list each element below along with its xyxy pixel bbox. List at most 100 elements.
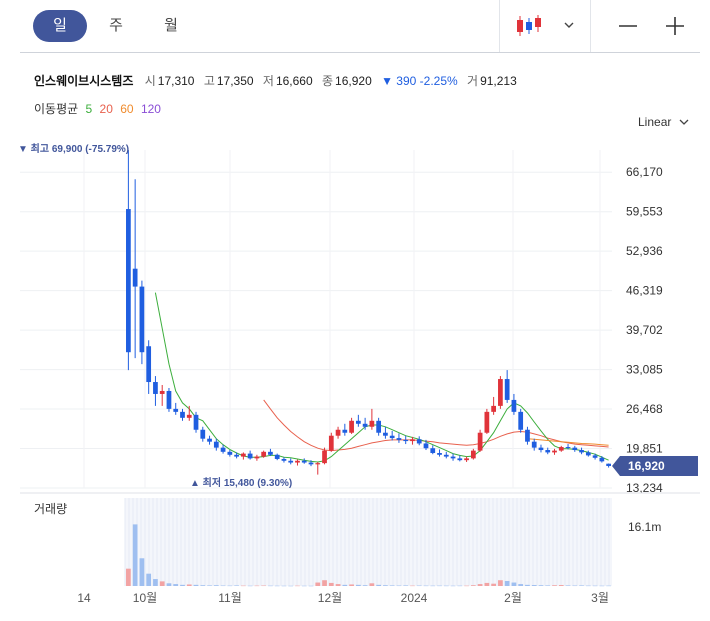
candle-body: [166, 390, 172, 409]
candle-body: [403, 439, 409, 442]
ma-label: 이동평균: [34, 102, 79, 116]
candle-body: [355, 420, 361, 424]
toolbar-divider: [590, 0, 591, 52]
x-tick-label: 2024: [401, 591, 428, 605]
volume-bar: [552, 585, 557, 586]
candle-body: [538, 447, 544, 451]
volume-bar: [180, 584, 185, 586]
chart-type-selector[interactable]: [510, 12, 580, 40]
candle-body: [504, 379, 510, 400]
high-value: 17,350: [216, 74, 254, 88]
candle-body: [180, 411, 185, 418]
volume-bar: [416, 585, 422, 587]
candle-body: [247, 453, 253, 459]
volume-bar: [159, 581, 165, 586]
candle-body: [227, 451, 233, 455]
y-tick-label: 19,851: [626, 442, 663, 456]
volume-bar: [315, 582, 321, 586]
tab-monthly[interactable]: 월: [155, 10, 187, 42]
candle-body: [525, 429, 530, 442]
volume-bar: [227, 585, 233, 587]
volume-bar: [220, 585, 226, 587]
candle-body: [369, 420, 375, 427]
volume-bar: [349, 584, 354, 586]
candle-body: [126, 209, 131, 353]
scale-mode-label: Linear: [638, 115, 672, 129]
candle-body: [531, 441, 537, 448]
minus-icon: [619, 25, 637, 27]
candle-body: [173, 408, 179, 412]
volume-bar: [132, 524, 138, 586]
y-tick-label: 33,085: [626, 363, 663, 377]
candle-body: [322, 450, 327, 464]
candle-body: [396, 438, 402, 440]
candle-body: [470, 450, 476, 459]
moving-average-legend[interactable]: 이동평균 5 20 60 120: [34, 100, 165, 117]
volume-bar: [423, 585, 429, 587]
volume-bar: [403, 585, 409, 586]
volume-bar: [498, 580, 503, 586]
volume-bar: [389, 585, 395, 586]
chevron-down-icon: [679, 119, 689, 125]
candle-body: [288, 460, 294, 463]
volume-bar: [477, 584, 483, 586]
volume-bar: [511, 582, 517, 586]
volume-bar: [241, 585, 246, 587]
candle-body: [274, 454, 280, 459]
volume-bar: [274, 585, 280, 587]
volume-bar: [234, 585, 239, 586]
volume-bar: [430, 585, 436, 587]
volume-bar: [491, 583, 496, 586]
ma-60: 60: [120, 102, 134, 116]
candle-body: [281, 458, 287, 461]
candle-body: [376, 420, 382, 433]
volume-bar: [254, 585, 260, 587]
volume-bar: [126, 568, 131, 586]
candle-body: [193, 414, 199, 430]
candle-body: [241, 453, 246, 457]
scale-mode-selector[interactable]: Linear: [638, 115, 689, 129]
candle-body: [254, 456, 260, 459]
candle-body: [450, 456, 456, 459]
volume-bar: [146, 573, 152, 586]
volume-bar: [396, 585, 402, 587]
volume-bar: [565, 585, 571, 586]
candle-body: [423, 443, 429, 449]
candle-body: [457, 458, 463, 461]
candle-body: [592, 455, 598, 458]
volume-bar: [193, 584, 199, 586]
chart-toolbar: 일 주 월: [0, 0, 710, 53]
zoom-out-button[interactable]: [612, 10, 644, 42]
zoom-in-button[interactable]: [659, 10, 691, 42]
tab-daily[interactable]: 일: [33, 10, 87, 42]
candle-body: [606, 463, 611, 467]
y-tick-label: 52,936: [626, 244, 663, 258]
volume-pane-label: 거래량: [34, 502, 67, 516]
candle-body: [301, 460, 307, 463]
y-tick-label: 66,170: [626, 165, 663, 179]
candle-body: [484, 411, 490, 433]
volume-bar: [443, 585, 449, 587]
candle-body: [186, 414, 192, 418]
candle-body: [545, 450, 551, 453]
candle-body: [220, 447, 226, 452]
x-tick-label: 2월: [504, 591, 522, 605]
ma-120: 120: [140, 102, 161, 116]
y-tick-label: 39,702: [626, 323, 663, 337]
volume-bar: [457, 585, 463, 587]
candle-body: [268, 451, 273, 455]
plus-icon: [666, 17, 684, 35]
candle-body: [410, 439, 415, 442]
candle-body: [491, 405, 496, 412]
volume-value: 91,213: [480, 74, 517, 88]
price-chart[interactable]: 66,170 59,553 52,936 46,319 39,702 33,085 26,4…: [0, 130, 710, 621]
tab-weekly[interactable]: 주: [100, 10, 132, 42]
volume-bar: [355, 584, 361, 586]
volume-bar: [153, 579, 158, 586]
volume-bar: [484, 582, 490, 586]
volume-bar: [322, 580, 327, 586]
candle-body: [477, 432, 483, 451]
volume-bar: [383, 585, 388, 586]
volume-bar: [504, 580, 510, 586]
volume-bar: [606, 585, 611, 587]
